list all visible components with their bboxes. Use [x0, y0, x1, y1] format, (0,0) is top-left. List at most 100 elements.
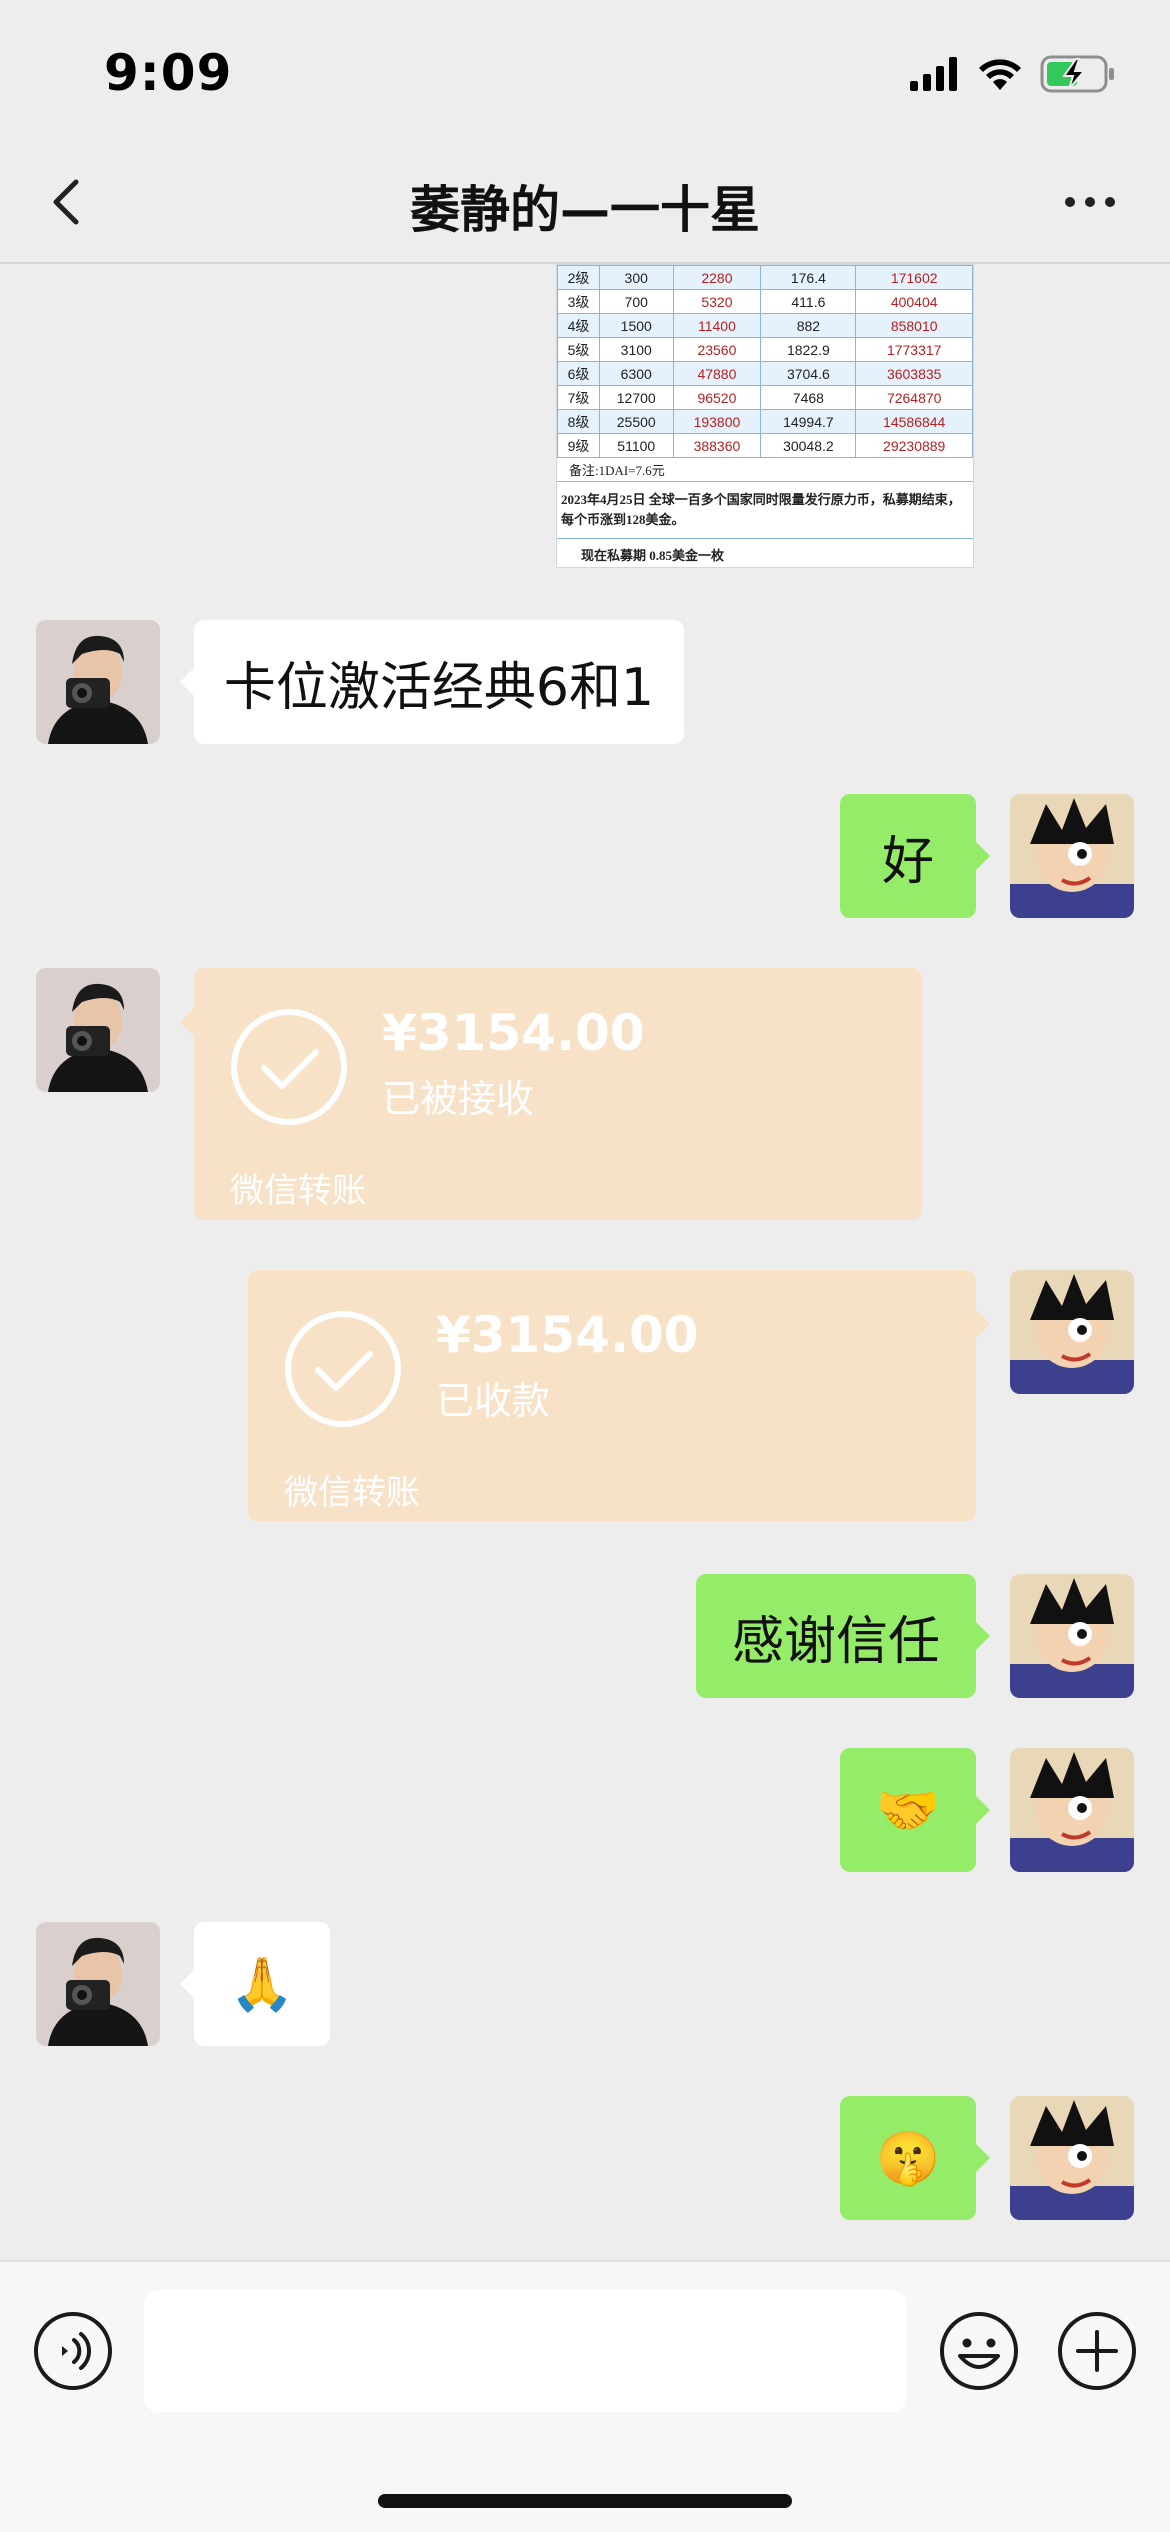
battery-charging-icon: [1040, 55, 1114, 93]
avatar-self-image: [1010, 1270, 1134, 1394]
wifi-icon: [979, 59, 1021, 90]
transfer-status: 已被接收: [382, 1077, 535, 1121]
check-circle-icon: [285, 1311, 401, 1427]
table-row: 4级 1500 11400 882 858010: [557, 313, 973, 338]
shush-emoji: 🤫: [875, 2128, 941, 2189]
table-cell: 30048.2: [760, 433, 857, 458]
table-cell: 3100: [598, 337, 674, 362]
table-cell: 2280: [672, 265, 762, 290]
message-input[interactable]: [144, 2290, 906, 2412]
avatar-self-image: [1010, 2096, 1134, 2220]
message-text: 感谢信任: [731, 1611, 940, 1672]
table-cell: 9级: [557, 433, 600, 458]
avatar-self[interactable]: [1010, 1748, 1134, 1872]
table-cell: 3603835: [855, 361, 973, 386]
status-time: 9:09: [104, 44, 233, 102]
table-cell: 6300: [598, 361, 674, 386]
status-bar: 9:09: [0, 0, 1170, 140]
table-cell: 96520: [672, 385, 762, 410]
chat-title: 萎静的—一十星: [410, 181, 760, 239]
message-text: 好: [881, 831, 934, 892]
table-cell: 858010: [855, 313, 973, 338]
status-icons: [910, 52, 1116, 96]
table-cell: 1773317: [855, 337, 973, 362]
table-row: 6级 6300 47880 3704.6 3603835: [557, 361, 973, 386]
image-message-table[interactable]: 2级 300 2280 176.4 171602 3级 700 5320 411.6 400404…: [556, 264, 974, 568]
signal-icon: [910, 57, 957, 91]
table-cell: 14994.7: [760, 409, 857, 434]
transfer-brand: 微信转账: [230, 1171, 366, 1211]
table-cell: 171602: [855, 265, 973, 290]
message-emoji-contact[interactable]: 🙏: [180, 1922, 330, 2046]
table-cell: 7468: [760, 385, 857, 410]
table-cell: 29230889: [855, 433, 973, 458]
table-cell: 400404: [855, 289, 973, 314]
table-cell: 7级: [557, 385, 600, 410]
table-cell: 7264870: [855, 385, 973, 410]
table-cell: 882: [760, 313, 857, 338]
table-row: 8级 25500 193800 14994.7 14586844: [557, 409, 973, 434]
voice-button[interactable]: [32, 2310, 114, 2392]
transfer-card-collected[interactable]: ¥3154.00 已收款 微信转账: [248, 1270, 990, 1522]
avatar-contact-image: [36, 968, 160, 1092]
home-indicator: [378, 2494, 792, 2508]
avatar-self[interactable]: [1010, 1270, 1134, 1394]
table-row: 9级 51100 388360 30048.2 29230889: [557, 433, 973, 458]
more-button[interactable]: [1050, 174, 1130, 230]
input-bar: [0, 2260, 1170, 2532]
table-cell: 1500: [598, 313, 674, 338]
table-cell: 12700: [598, 385, 674, 410]
avatar-self[interactable]: [1010, 1574, 1134, 1698]
transfer-brand: 微信转账: [284, 1473, 420, 1513]
message-text-self[interactable]: 好: [840, 794, 990, 918]
table-cell: 47880: [672, 361, 762, 386]
emoji-button[interactable]: [938, 2310, 1020, 2392]
transfer-amount: ¥3154.00: [436, 1306, 699, 1364]
table-cell: 3级: [557, 289, 600, 314]
table-cell: 25500: [598, 409, 674, 434]
table-cell: 8级: [557, 409, 600, 434]
message-text-contact[interactable]: 卡位激活经典6和1: [180, 620, 684, 744]
table-note: 备注:1DAI=7.6元: [569, 463, 665, 478]
message-emoji-self[interactable]: 🤫: [840, 2096, 990, 2220]
avatar-self-image: [1010, 794, 1134, 918]
pray-emoji: 🙏: [229, 1954, 295, 2015]
ellipsis-icon: [1065, 197, 1075, 207]
table-cell: 4级: [557, 313, 600, 338]
table-row: 5级 3100 23560 1822.9 1773317: [557, 337, 973, 362]
table-cell: 11400: [672, 313, 762, 338]
table-cell: 23560: [672, 337, 762, 362]
message-text-self[interactable]: 感谢信任: [696, 1574, 990, 1698]
table-cell: 193800: [672, 409, 762, 434]
avatar-self[interactable]: [1010, 794, 1134, 918]
table-cell: 700: [598, 289, 674, 314]
table-cell: 411.6: [760, 289, 857, 314]
table-cell: 3704.6: [760, 361, 857, 386]
table-cell: 176.4: [760, 265, 857, 290]
table-cell: 388360: [672, 433, 762, 458]
table-cell: 300: [598, 265, 674, 290]
table-row: 2级 300 2280 176.4 171602: [557, 265, 973, 290]
table-paragraph: 2023年4月25日 全球一百多个国家同时限量发行原力币，私募期结束，每个币涨到…: [557, 481, 973, 539]
table-cell: 1822.9: [760, 337, 857, 362]
more-actions-button[interactable]: [1056, 2310, 1138, 2392]
check-circle-icon: [231, 1009, 347, 1125]
avatar-contact[interactable]: [36, 968, 160, 1092]
message-emoji-self[interactable]: 🤝: [840, 1748, 990, 1872]
avatar-contact[interactable]: [36, 1922, 160, 2046]
chat-area[interactable]: 2级 300 2280 176.4 171602 3级 700 5320 411.6 400404…: [0, 264, 1170, 2260]
voice-icon: [34, 2312, 112, 2390]
table-cell: 5级: [557, 337, 600, 362]
avatar-self-image: [1010, 1748, 1134, 1872]
table-cell: 6级: [557, 361, 600, 386]
table-cell: 14586844: [855, 409, 973, 434]
table-cell: 51100: [598, 433, 674, 458]
transfer-amount: ¥3154.00: [382, 1004, 645, 1062]
table-row: 3级 700 5320 411.6 400404: [557, 289, 973, 314]
transfer-card-received[interactable]: ¥3154.00 已被接收 微信转账: [180, 968, 922, 1220]
avatar-self[interactable]: [1010, 2096, 1134, 2220]
table-footer: 现在私募期 0.85美金一枚: [581, 548, 725, 563]
handshake-emoji: 🤝: [875, 1780, 941, 1841]
message-text: 卡位激活经典6和1: [223, 657, 655, 718]
avatar-contact[interactable]: [36, 620, 160, 744]
